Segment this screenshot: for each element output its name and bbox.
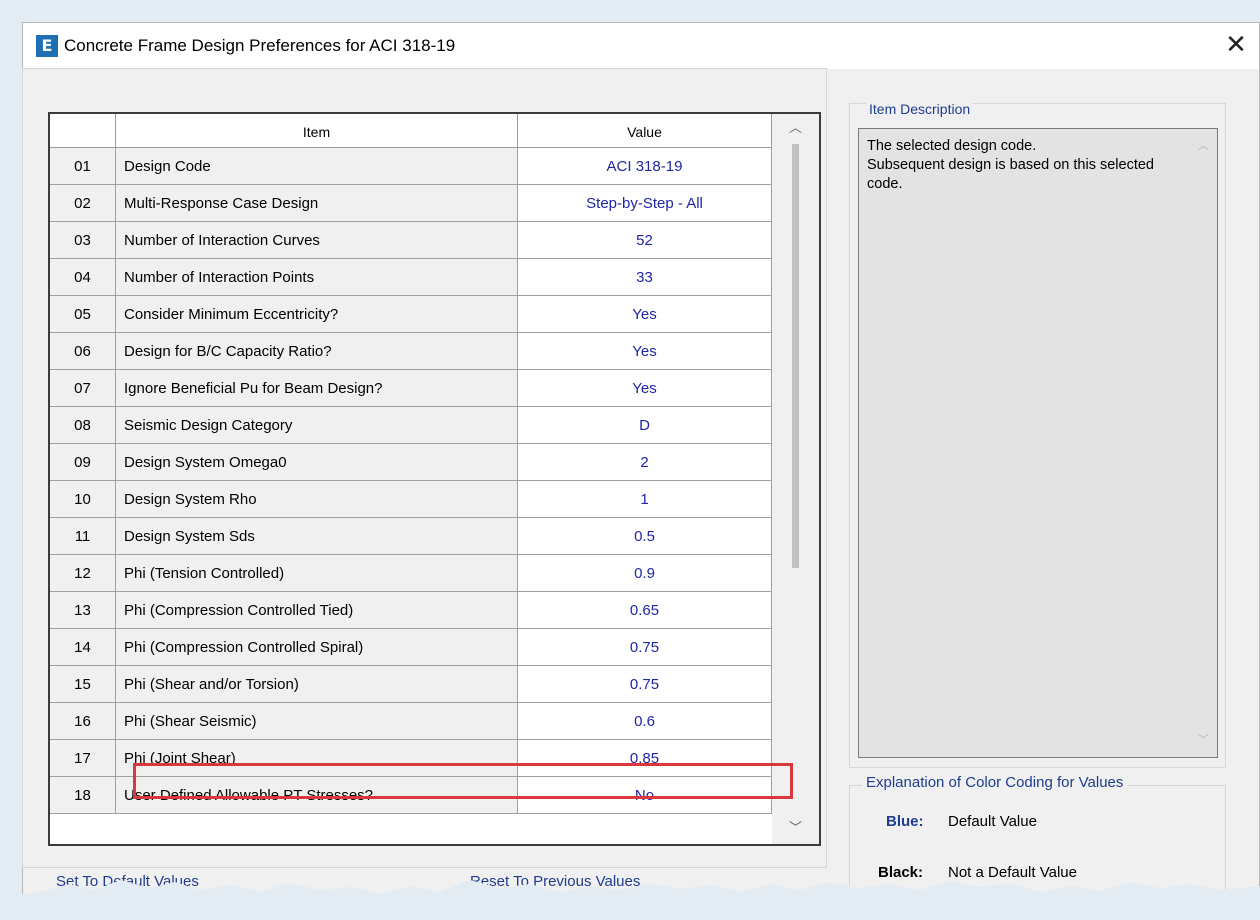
grid-row[interactable]: 06 Design for B/C Capacity Ratio? Yes (50, 333, 772, 370)
row-item-label: Phi (Compression Controlled Tied) (116, 592, 518, 629)
row-item-label: Phi (Tension Controlled) (116, 555, 518, 592)
grid-row[interactable]: 15 Phi (Shear and/or Torsion) 0.75 (50, 666, 772, 703)
grid-row[interactable]: 04 Number of Interaction Points 33 (50, 259, 772, 296)
grid-row[interactable]: 16 Phi (Shear Seismic) 0.6 (50, 703, 772, 740)
row-value-cell[interactable]: 0.6 (518, 703, 772, 740)
row-item-label: Design Code (116, 148, 518, 185)
title-bar: E Concrete Frame Design Preferences for … (23, 23, 1259, 69)
item-description-text: The selected design code. Subsequent des… (867, 138, 1154, 192)
row-number: 13 (50, 592, 116, 629)
row-number: 02 (50, 185, 116, 222)
description-scroll-up-icon[interactable]: ︿ (1198, 137, 1209, 153)
item-description-box: The selected design code. Subsequent des… (858, 128, 1218, 758)
row-value-cell[interactable]: Step-by-Step - All (518, 185, 772, 222)
row-value-cell[interactable]: 0.5 (518, 518, 772, 555)
row-item-label: Consider Minimum Eccentricity? (116, 296, 518, 333)
torn-edge-overlay (0, 880, 1260, 920)
row-number: 14 (50, 629, 116, 666)
grid-row[interactable]: 10 Design System Rho 1 (50, 481, 772, 518)
grid-row[interactable]: 11 Design System Sds 0.5 (50, 518, 772, 555)
row-item-label: Design System Rho (116, 481, 518, 518)
grid-row[interactable]: 14 Phi (Compression Controlled Spiral) 0.7… (50, 629, 772, 666)
header-value[interactable]: Value (518, 114, 772, 148)
grid-scrollbar[interactable]: ︿ ﹀ (772, 114, 819, 844)
row-item-label: Phi (Shear Seismic) (116, 703, 518, 740)
grid-row[interactable]: 09 Design System Omega0 2 (50, 444, 772, 481)
close-button[interactable]: ✕ (1213, 25, 1259, 65)
item-description-legend: Item Description (866, 101, 974, 117)
row-item-label: Number of Interaction Points (116, 259, 518, 296)
grid-row[interactable]: 07 Ignore Beneficial Pu for Beam Design? Y… (50, 370, 772, 407)
window-title: Concrete Frame Design Preferences for AC… (64, 36, 456, 55)
row-item-label: Seismic Design Category (116, 407, 518, 444)
row-value-cell[interactable]: ACI 318-19 (518, 148, 772, 185)
grid-row[interactable]: 01 Design Code ACI 318-19 (50, 148, 772, 185)
row-value-cell[interactable]: 33 (518, 259, 772, 296)
row-number: 10 (50, 481, 116, 518)
grid-row[interactable]: 05 Consider Minimum Eccentricity? Yes (50, 296, 772, 333)
row-item-label: Design System Sds (116, 518, 518, 555)
preferences-grid: Item Value 01 Design Code ACI 318-19 02 Mult… (48, 112, 821, 846)
grid-row[interactable]: 12 Phi (Tension Controlled) 0.9 (50, 555, 772, 592)
row-number: 05 (50, 296, 116, 333)
grid-row[interactable]: 02 Multi-Response Case Design Step-by-Step… (50, 185, 772, 222)
row-number: 17 (50, 740, 116, 777)
row-value-cell[interactable]: 1 (518, 481, 772, 518)
grid-row[interactable]: 03 Number of Interaction Curves 52 (50, 222, 772, 259)
row-item-label: Design for B/C Capacity Ratio? (116, 333, 518, 370)
row-item-label: Ignore Beneficial Pu for Beam Design? (116, 370, 518, 407)
blue-description: Default Value (948, 813, 1037, 830)
row-number: 12 (50, 555, 116, 592)
row-item-label: Phi (Shear and/or Torsion) (116, 666, 518, 703)
row-item-label: Number of Interaction Curves (116, 222, 518, 259)
row-value-cell[interactable]: Yes (518, 370, 772, 407)
row-number: 03 (50, 222, 116, 259)
grid-row[interactable]: 13 Phi (Compression Controlled Tied) 0.65 (50, 592, 772, 629)
header-number (50, 114, 116, 148)
row-item-label: Multi-Response Case Design (116, 185, 518, 222)
row-number: 08 (50, 407, 116, 444)
row-item-label: Design System Omega0 (116, 444, 518, 481)
row-number: 09 (50, 444, 116, 481)
row-value-cell[interactable]: 0.75 (518, 666, 772, 703)
description-scroll-down-icon[interactable]: ﹀ (1198, 731, 1209, 747)
row-item-label: Phi (Compression Controlled Spiral) (116, 629, 518, 666)
scroll-up-arrow-icon[interactable]: ︿ (772, 114, 819, 144)
row-17-highlight-box (133, 763, 793, 799)
grid-rows: 01 Design Code ACI 318-19 02 Multi-Response … (50, 148, 772, 814)
row-number: 16 (50, 703, 116, 740)
row-number: 18 (50, 777, 116, 814)
header-item[interactable]: Item (116, 114, 518, 148)
row-value-cell[interactable]: D (518, 407, 772, 444)
row-number: 06 (50, 333, 116, 370)
etabs-app-icon: E (36, 35, 58, 57)
row-number: 04 (50, 259, 116, 296)
row-value-cell[interactable]: 0.9 (518, 555, 772, 592)
color-coding-legend: Explanation of Color Coding for Values (862, 774, 1128, 791)
grid-row[interactable]: 08 Seismic Design Category D (50, 407, 772, 444)
grid-header: Item Value (50, 114, 819, 148)
row-value-cell[interactable]: 0.75 (518, 629, 772, 666)
row-number: 07 (50, 370, 116, 407)
scroll-thumb[interactable] (792, 144, 799, 568)
row-number: 01 (50, 148, 116, 185)
row-number: 15 (50, 666, 116, 703)
row-value-cell[interactable]: Yes (518, 333, 772, 370)
row-value-cell[interactable]: 0.65 (518, 592, 772, 629)
row-number: 11 (50, 518, 116, 555)
row-value-cell[interactable]: Yes (518, 296, 772, 333)
row-value-cell[interactable]: 2 (518, 444, 772, 481)
blue-label: Blue: (886, 813, 924, 830)
row-value-cell[interactable]: 52 (518, 222, 772, 259)
